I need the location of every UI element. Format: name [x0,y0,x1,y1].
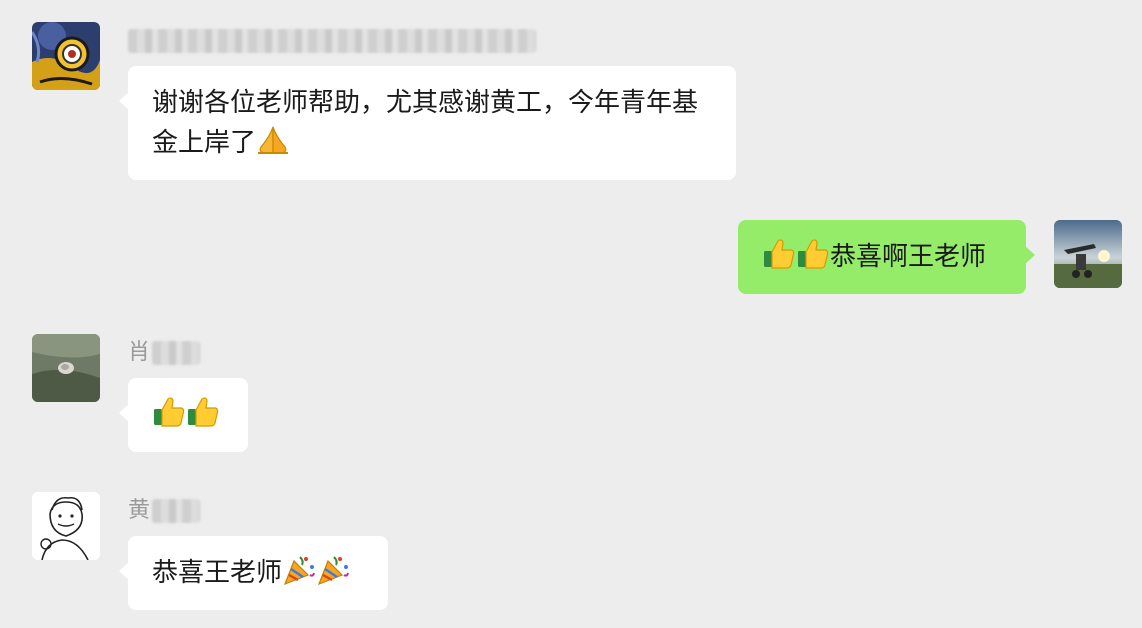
message-text-huang: 恭喜王老师 [152,558,283,588]
message-bubble-xiao[interactable] [119,378,248,452]
message-text-self: 恭喜啊王老师 [830,242,987,272]
message-bubble-self[interactable]: 恭喜啊王老师 [738,220,1035,294]
sender-name-1 [128,26,536,56]
folded-hands-icon [256,123,290,157]
avatar-image [32,334,100,402]
thumbs-up-icon [152,395,186,429]
redacted-name [128,29,536,53]
avatar-self[interactable] [1054,220,1122,288]
avatar-sender-xiao[interactable] [32,334,100,402]
message-bubble-huang[interactable]: 恭喜王老师 [119,536,388,610]
message-text-1: 谢谢各位老师帮助，尤其感谢黄工，今年青年基金上岸了 [152,88,699,158]
sender-name-xiao: 肖 [128,338,201,368]
redacted-name [152,341,201,365]
chat-message-list: 谢谢各位老师帮助，尤其感谢黄工，今年青年基金上岸了 恭喜啊王老师 肖 黄 恭喜王… [0,0,1142,628]
avatar-image [32,22,100,90]
redacted-name [152,499,201,523]
thumbs-up-icon [796,237,830,271]
party-popper-icon [316,553,350,587]
avatar-sender-1[interactable] [32,22,100,90]
thumbs-up-icon [186,395,220,429]
avatar-image [32,492,100,560]
avatar-image [1054,220,1122,288]
message-bubble-1[interactable]: 谢谢各位老师帮助，尤其感谢黄工，今年青年基金上岸了 [119,66,736,180]
thumbs-up-icon [762,237,796,271]
party-popper-icon [282,553,316,587]
avatar-sender-huang[interactable] [32,492,100,560]
sender-name-huang: 黄 [128,496,201,526]
